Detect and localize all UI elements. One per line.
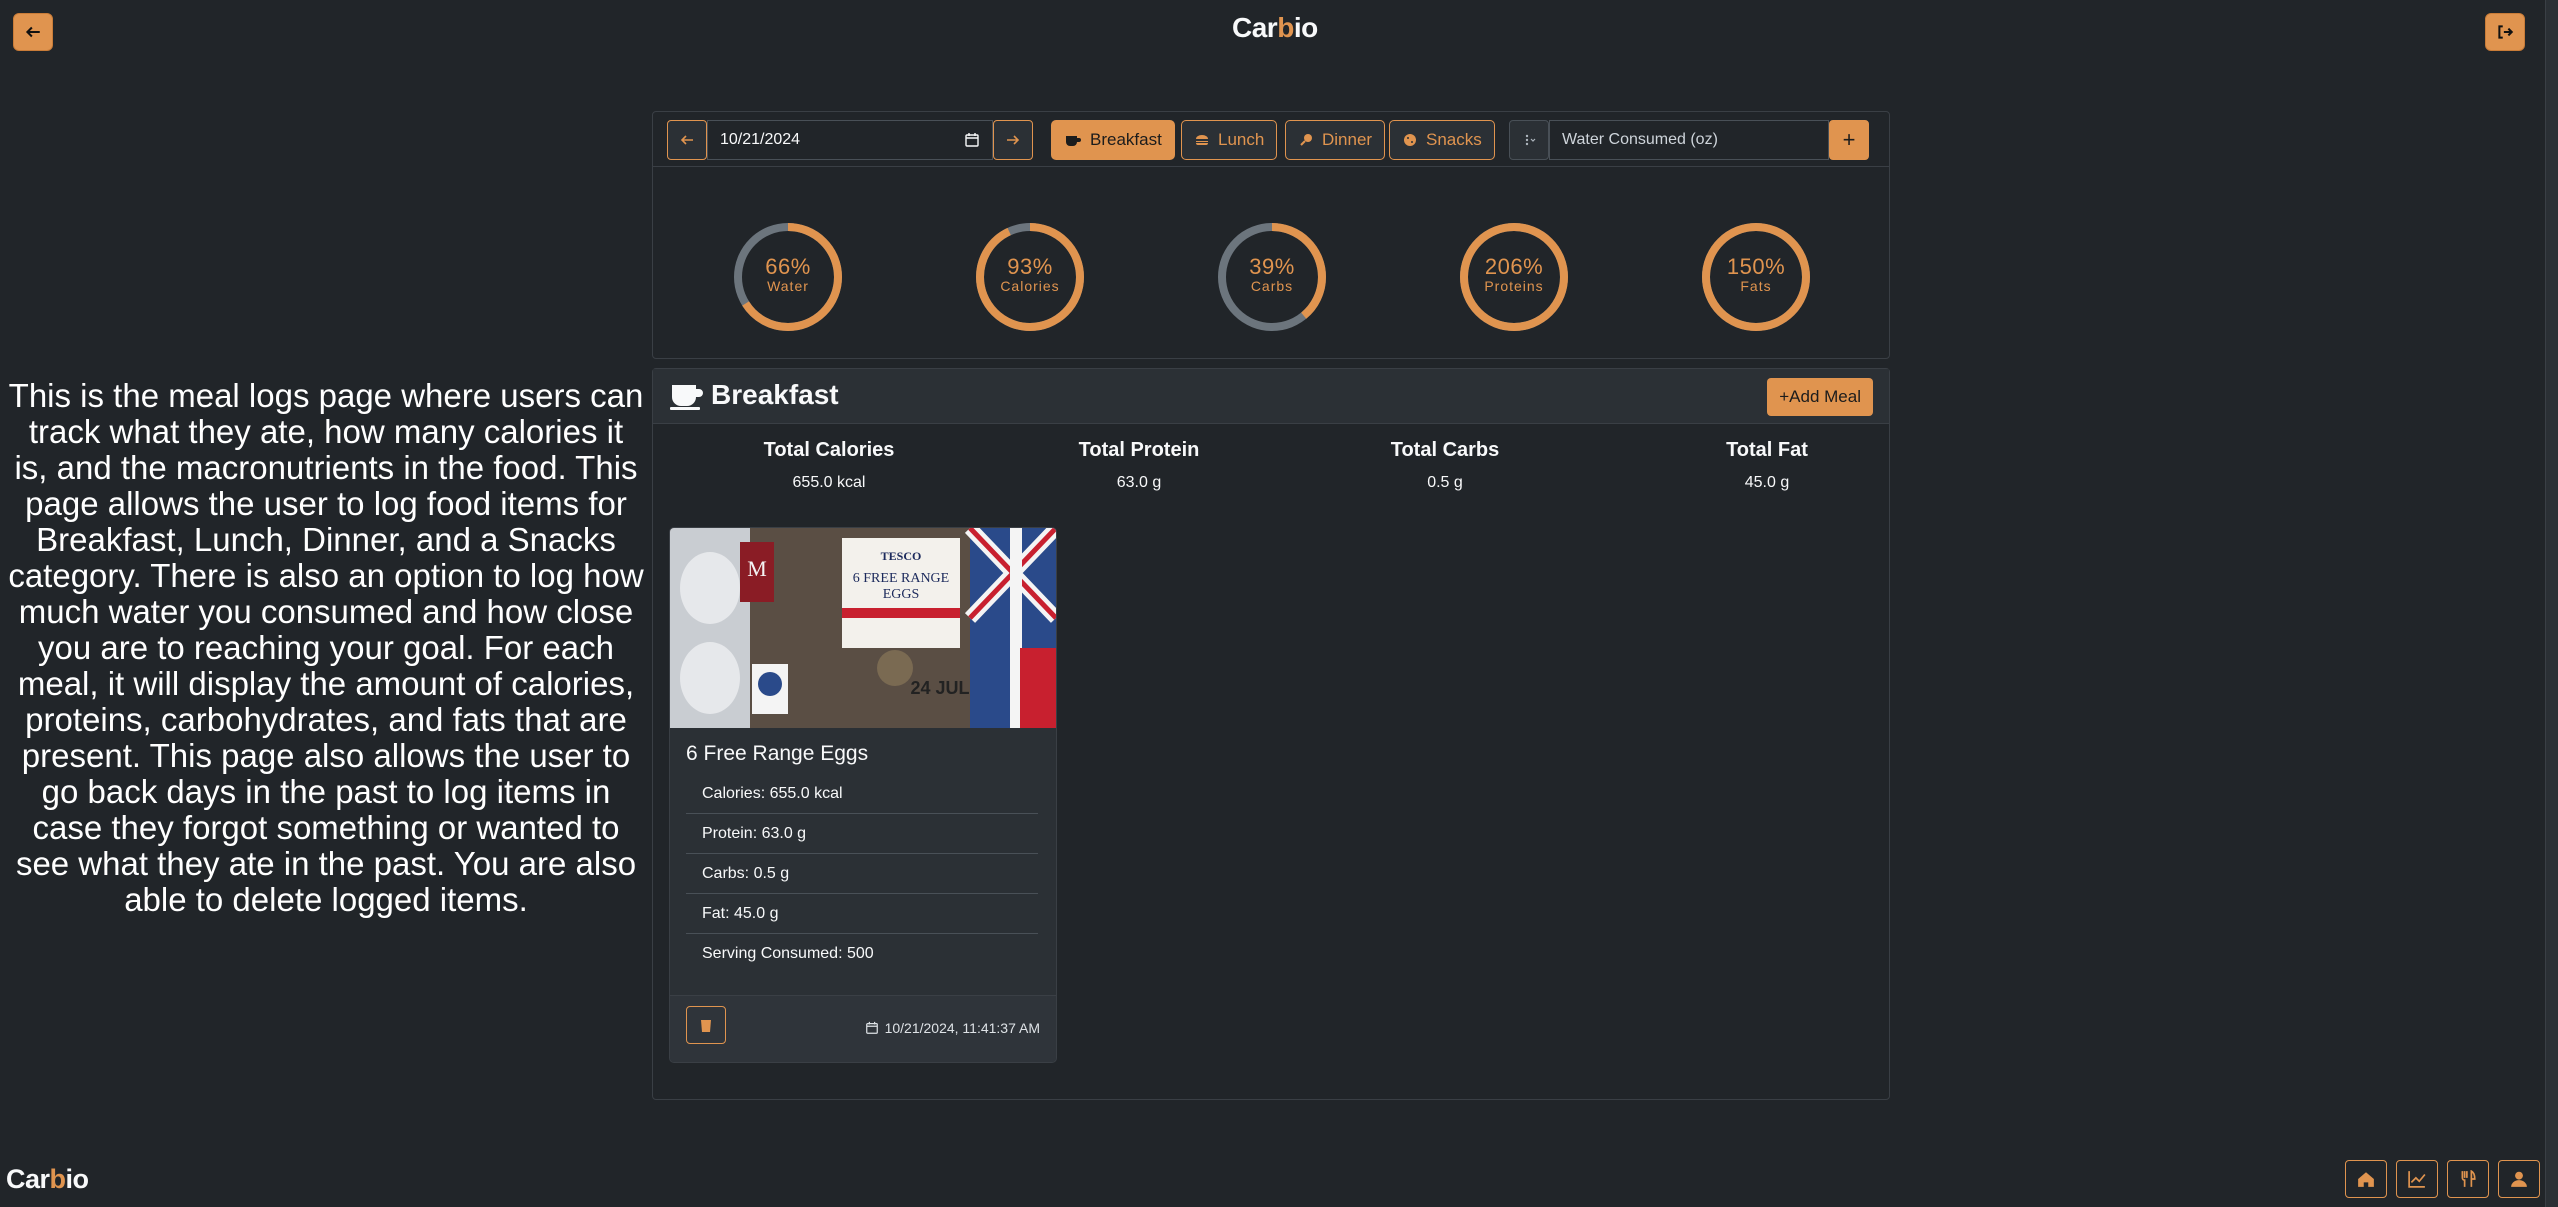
next-day-button[interactable] [993, 120, 1033, 160]
stats-button[interactable] [2396, 1160, 2438, 1198]
water-input[interactable]: Water Consumed (oz) [1549, 120, 1829, 160]
scrollbar[interactable] [2545, 0, 2558, 1207]
delete-button[interactable] [686, 1006, 726, 1044]
tab-label: Lunch [1218, 130, 1265, 149]
meals-button[interactable] [2447, 1160, 2489, 1198]
product-text-2: EGGS [883, 587, 920, 602]
water-placeholder: Water Consumed (oz) [1562, 131, 1718, 148]
calendar-icon [965, 133, 979, 147]
progress-ring-calories: 93% Calories [973, 220, 1087, 334]
trash-icon [700, 1018, 712, 1032]
ring-label: Water [767, 278, 809, 294]
chart-line-icon [2408, 1171, 2426, 1188]
coffee-icon [670, 385, 703, 410]
add-water-button[interactable]: + [1829, 120, 1869, 160]
total-value: 655.0 kcal [792, 474, 866, 491]
plus-icon: + [1779, 387, 1790, 406]
food-protein: Protein: 63.0 g [686, 814, 1038, 854]
drumstick-icon [1300, 134, 1312, 146]
app-logo: Carbio [1232, 12, 1318, 43]
date-stamp-text: 24 JUL [910, 678, 969, 698]
food-item-card: M TESCO 6 FREE RANGE EGGS 24 JUL 6 Free … [669, 527, 1057, 1063]
user-icon [2511, 1171, 2527, 1187]
arrow-left-icon [680, 135, 693, 145]
back-button[interactable] [13, 13, 53, 51]
add-meal-button[interactable]: + Add Meal [1767, 378, 1873, 416]
ring-label: Carbs [1250, 278, 1294, 294]
total-value: 63.0 g [1116, 474, 1162, 491]
meal-panel: Breakfast + Add Meal Total Calories 655.0… [652, 368, 1890, 1100]
page-description: This is the meal logs page where users c… [8, 377, 644, 918]
progress-ring-proteins: 206% Proteins [1457, 220, 1571, 334]
total-calories: Total Calories 655.0 kcal [709, 439, 949, 492]
total-label: Total Fat [1726, 439, 1808, 461]
total-value: 45.0 g [1744, 474, 1790, 491]
prev-day-button[interactable] [667, 120, 707, 160]
plus-icon: + [1842, 127, 1856, 152]
coffee-icon [1066, 136, 1081, 146]
total-fat: Total Fat 45.0 g [1647, 439, 1887, 492]
food-fat: Fat: 45.0 g [686, 894, 1038, 934]
tab-lunch[interactable]: Lunch [1181, 120, 1278, 160]
date-input[interactable]: 10/21/2024 [707, 120, 993, 160]
home-icon [2358, 1172, 2374, 1187]
summary-panel: 10/21/2024 Breakfast Lunch Dinner Snacks… [652, 111, 1890, 359]
brand-mark-text: M [747, 556, 767, 581]
total-protein: Total Protein 63.0 g [1019, 439, 1259, 492]
total-label: Total Protein [1078, 439, 1200, 461]
tab-label: Snacks [1426, 130, 1482, 149]
arrow-right-icon [1007, 135, 1020, 145]
total-label: Total Calories [763, 439, 895, 461]
logout-button[interactable] [2485, 13, 2525, 51]
food-calories: Calories: 655.0 kcal [686, 774, 1038, 814]
progress-ring-carbs: 39% Carbs [1215, 220, 1329, 334]
ring-label: Fats [1740, 278, 1772, 294]
dots-vertical-icon [1525, 134, 1536, 146]
ring-percent: 39% [1249, 254, 1295, 279]
ring-percent: 93% [1007, 254, 1053, 279]
timestamp: 10/21/2024, 11:41:37 AM [865, 1020, 1040, 1036]
store-name-text: TESCO [881, 549, 922, 563]
total-label: Total Carbs [1390, 439, 1500, 461]
ring-label: Proteins [1484, 278, 1544, 294]
footer-logo: Carbio [6, 1164, 89, 1194]
calendar-icon [865, 1021, 878, 1034]
meal-title: Breakfast [711, 379, 839, 410]
card-footer: 10/21/2024, 11:41:37 AM [670, 995, 1056, 1062]
tab-snacks[interactable]: Snacks [1389, 120, 1495, 160]
food-name: 6 Free Range Eggs [686, 742, 869, 765]
tab-label: Dinner [1322, 130, 1373, 149]
arrow-left-icon [25, 26, 40, 38]
total-carbs: Total Carbs 0.5 g [1325, 439, 1565, 492]
ring-label: Calories [1000, 278, 1060, 294]
water-options-dropdown[interactable] [1509, 120, 1549, 160]
burger-icon [1196, 135, 1208, 145]
profile-button[interactable] [2498, 1160, 2540, 1198]
tab-label: Breakfast [1090, 130, 1162, 149]
product-text-1: 6 FREE RANGE [853, 571, 949, 586]
food-serving: Serving Consumed: 500 [702, 945, 874, 962]
date-value: 10/21/2024 [720, 131, 801, 148]
utensils-icon [2461, 1170, 2476, 1187]
cookie-icon [1404, 134, 1416, 146]
food-carbs: Carbs: 0.5 g [686, 854, 1038, 894]
add-meal-label: Add Meal [1789, 387, 1861, 406]
progress-ring-water: 66% Water [731, 220, 845, 334]
food-image: M TESCO 6 FREE RANGE EGGS 24 JUL [670, 528, 1056, 728]
divider [653, 166, 1889, 167]
logout-icon [2498, 25, 2514, 39]
ring-percent: 66% [765, 254, 811, 279]
progress-ring-fats: 150% Fats [1699, 220, 1813, 334]
timestamp-text: 10/21/2024, 11:41:37 AM [884, 1020, 1040, 1036]
meal-header: Breakfast + Add Meal [653, 369, 1889, 424]
home-button[interactable] [2345, 1160, 2387, 1198]
tab-breakfast[interactable]: Breakfast [1051, 120, 1175, 160]
ring-percent: 150% [1726, 254, 1786, 279]
ring-percent: 206% [1484, 254, 1544, 279]
tab-dinner[interactable]: Dinner [1285, 120, 1386, 160]
total-value: 0.5 g [1427, 474, 1463, 491]
